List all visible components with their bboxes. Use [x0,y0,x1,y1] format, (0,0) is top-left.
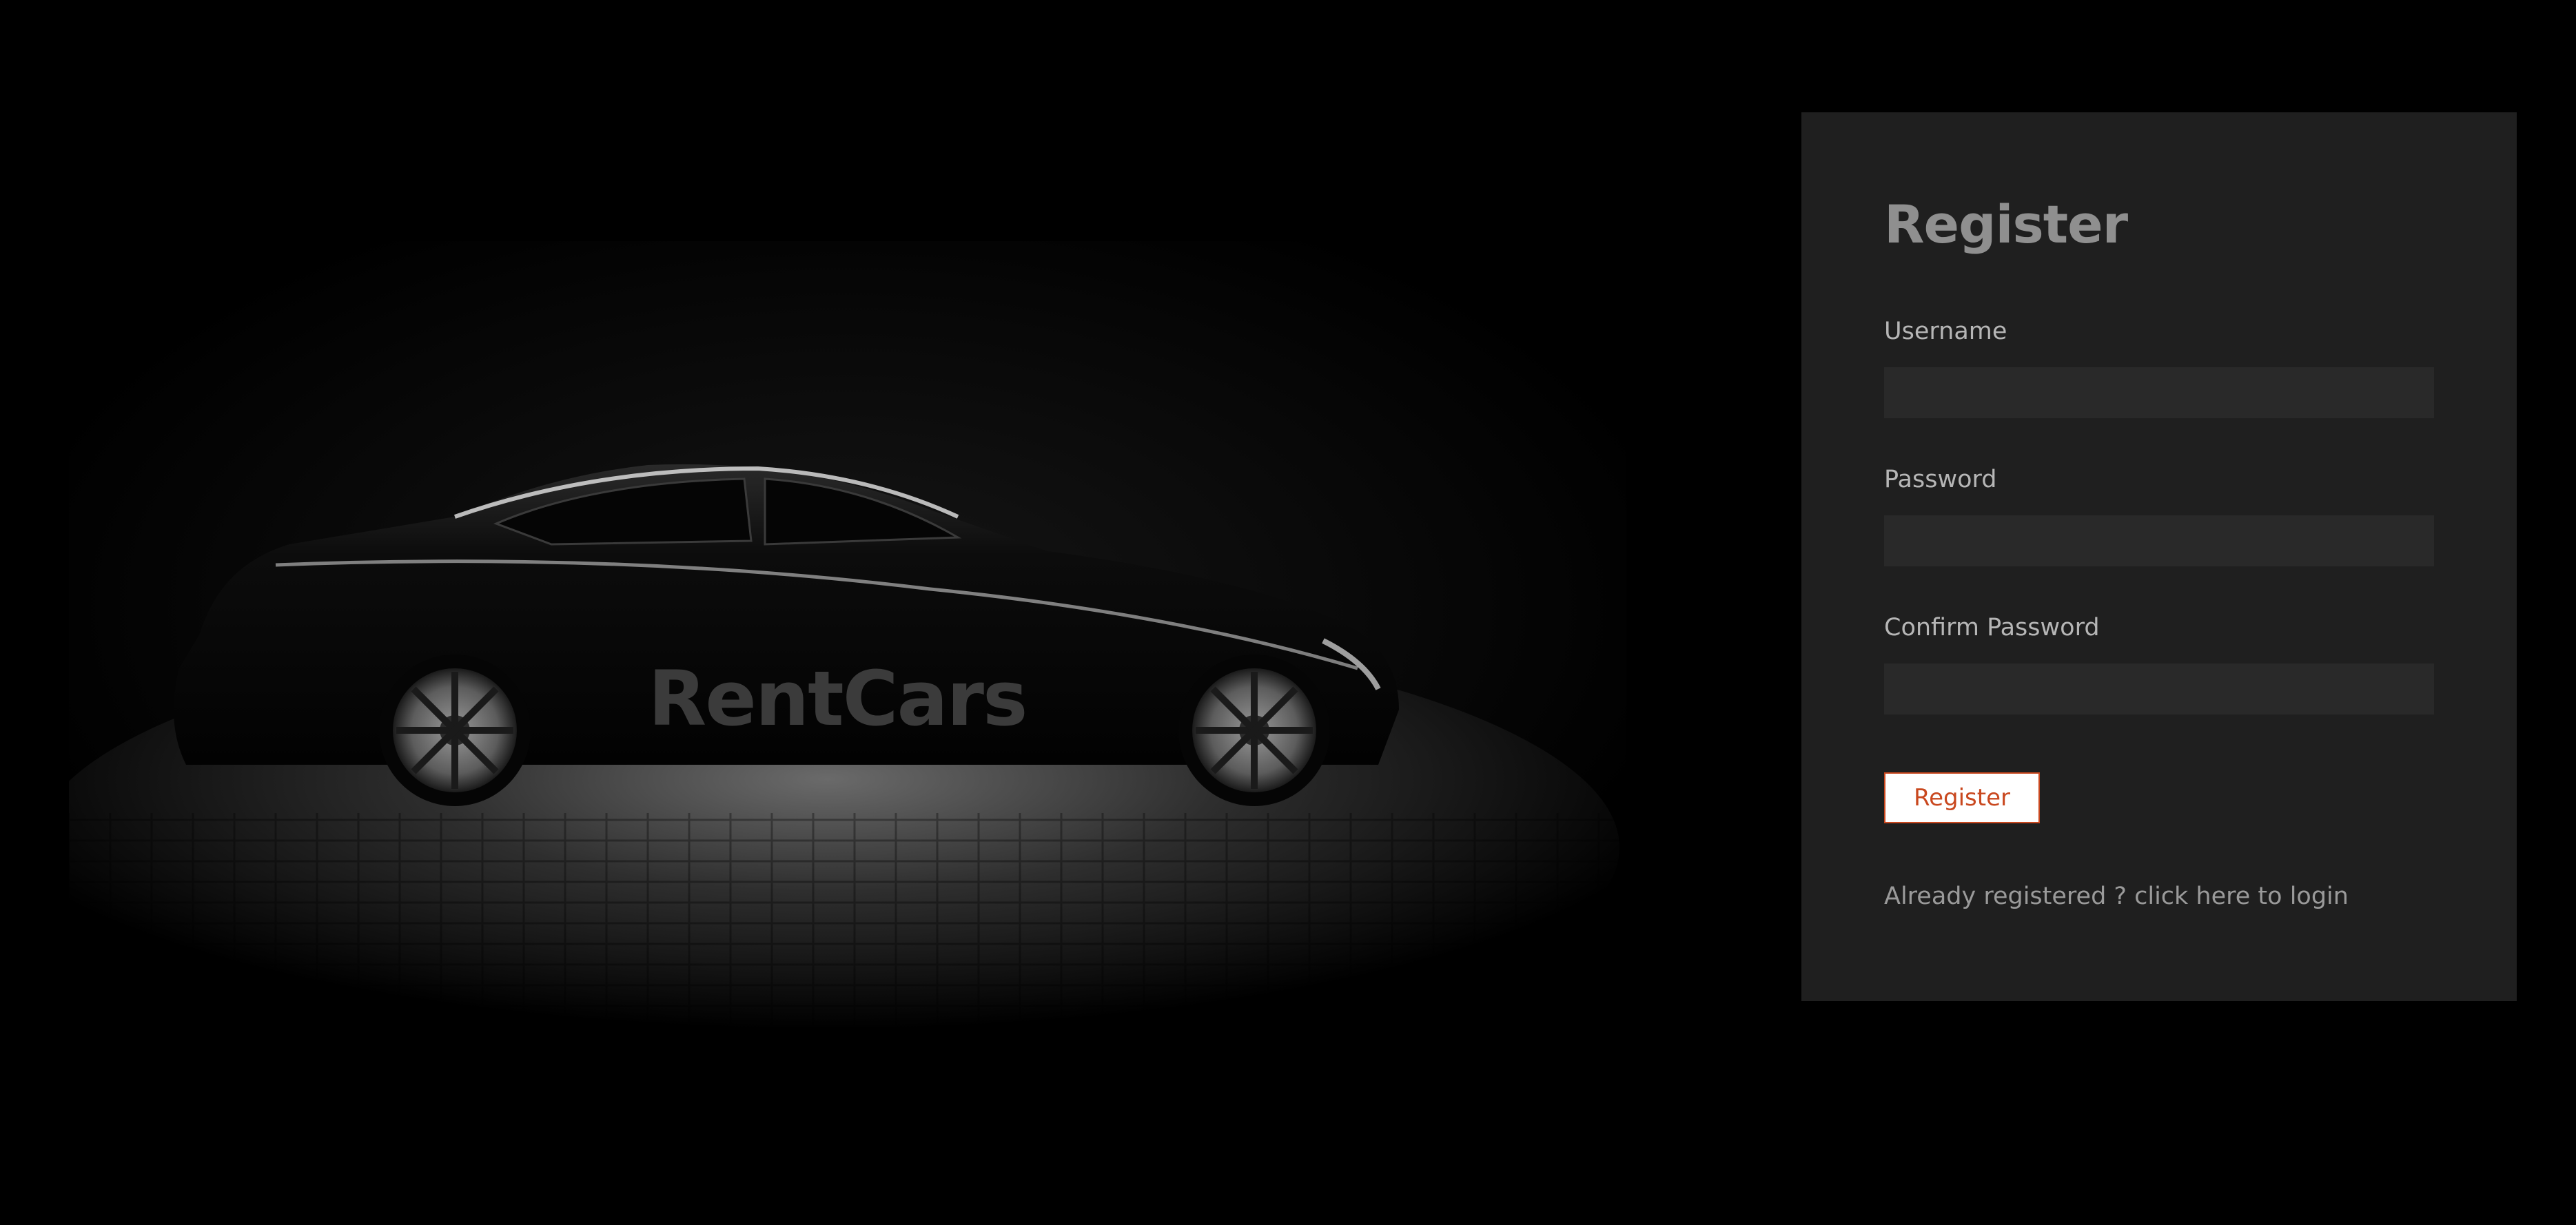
register-title: Register [1884,194,2128,255]
confirm-password-input[interactable] [1884,663,2434,714]
password-label: Password [1884,466,1997,493]
login-link[interactable]: Already registered ? click here to login [1884,883,2349,910]
hero-car-image: RentCars [69,241,1626,1054]
car-silhouette-image [69,241,1626,1054]
brand-logo-text: RentCars [648,655,1028,743]
register-page: RentCars Register Username Password Conf… [0,0,2576,1225]
username-input[interactable] [1884,367,2434,418]
confirm-password-label: Confirm Password [1884,614,2100,641]
password-input[interactable] [1884,515,2434,566]
register-panel: Register Username Password Confirm Passw… [1801,112,2517,1001]
register-button[interactable]: Register [1884,772,2040,823]
username-label: Username [1884,318,2007,345]
